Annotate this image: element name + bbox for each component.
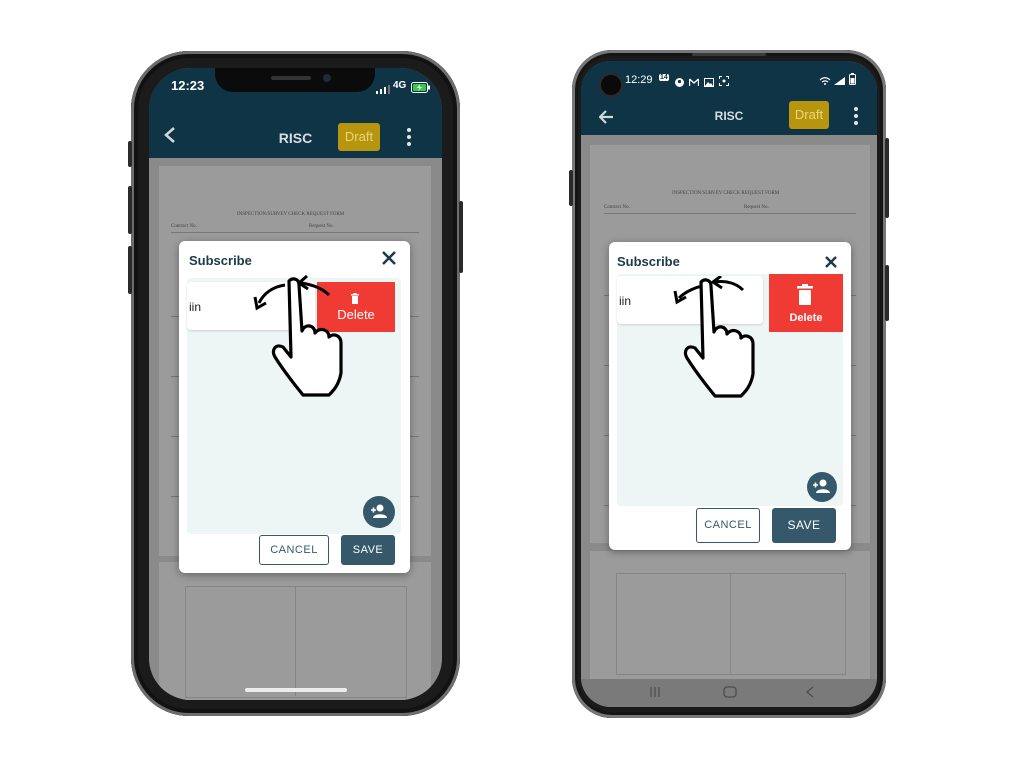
kebab-menu-icon[interactable]	[854, 107, 858, 128]
swipe-hand-icon	[211, 273, 351, 403]
wifi-icon	[819, 73, 831, 91]
back-nav-icon[interactable]	[805, 685, 815, 701]
form-table-divider	[730, 573, 731, 673]
home-icon[interactable]	[723, 685, 737, 701]
front-camera	[323, 74, 331, 82]
status-bar: 12:29 14	[581, 61, 877, 97]
dialog-title: Subscribe	[617, 254, 680, 269]
status-time: 12:23	[171, 78, 205, 93]
recent-apps-icon[interactable]	[649, 685, 661, 701]
request-no-label: Request No.	[744, 205, 769, 210]
android-frame: 12:29 14 RISC Draft INSPECTION/SURVEY CH…	[569, 50, 889, 718]
app-bar: RISC Draft	[581, 97, 877, 135]
request-no-label: Request No.	[309, 224, 334, 229]
notch	[215, 68, 375, 92]
form-rule	[171, 232, 419, 233]
battery-charging-icon	[411, 80, 431, 98]
close-icon[interactable]	[381, 249, 397, 272]
screenshot-icon	[719, 73, 729, 91]
draft-badge[interactable]: Draft	[338, 123, 380, 151]
form-table-divider	[295, 586, 296, 696]
signal-icon	[833, 73, 847, 91]
form-title: INSPECTION/SURVEY CHECK REQUEST FORM	[237, 212, 345, 217]
system-nav-bar	[581, 679, 877, 707]
person-add-icon[interactable]	[807, 472, 837, 502]
mail-icon	[688, 74, 700, 92]
save-button[interactable]: SAVE	[772, 508, 836, 543]
android-screen: 12:29 14 RISC Draft INSPECTION/SURVEY CH…	[581, 61, 877, 707]
home-indicator[interactable]	[245, 688, 347, 692]
swipe-hand-icon	[653, 274, 793, 406]
iphone-frame: 12:23 4G RISC Draft INSPECTION/SURVEY CH…	[128, 51, 463, 716]
speaker-grille	[271, 76, 311, 80]
person-add-icon[interactable]	[363, 496, 395, 528]
volume-up-button	[128, 186, 132, 234]
power-button	[459, 201, 463, 273]
close-icon[interactable]	[824, 252, 838, 275]
form-table	[616, 573, 846, 675]
subscriber-name: iin	[619, 294, 632, 308]
network-type: 4G	[393, 80, 407, 91]
kebab-menu-icon[interactable]	[407, 128, 411, 149]
volume-button	[885, 138, 889, 218]
bixby-button	[569, 170, 573, 206]
trash-icon	[796, 284, 814, 311]
battery-icon	[849, 72, 856, 90]
earpiece	[692, 53, 766, 56]
cancel-button[interactable]: CANCEL	[696, 508, 760, 543]
subscriber-name: iin	[189, 300, 202, 314]
account-icon	[675, 74, 684, 92]
form-rule	[604, 213, 856, 214]
punch-hole-camera	[599, 73, 623, 97]
image-icon	[704, 74, 714, 92]
iphone-screen: 12:23 4G RISC Draft INSPECTION/SURVEY CH…	[149, 68, 442, 700]
draft-badge[interactable]: Draft	[789, 101, 829, 129]
dialog-title: Subscribe	[189, 253, 252, 268]
signal-icon	[376, 81, 390, 99]
status-time: 12:29	[625, 74, 653, 86]
volume-down-button	[128, 246, 132, 294]
form-title: INSPECTION/SURVEY CHECK REQUEST FORM	[672, 191, 780, 196]
cancel-button[interactable]: CANCEL	[259, 535, 329, 565]
save-button[interactable]: SAVE	[341, 535, 395, 565]
app-bar: RISC Draft	[149, 118, 442, 158]
contract-no-label: Contract No.	[604, 205, 630, 210]
status-bar: 12:23 4G	[149, 68, 442, 118]
contract-no-label: Contract No.	[171, 224, 197, 229]
calendar-icon: 14	[659, 74, 669, 81]
form-table	[185, 586, 407, 698]
app-bar-title: RISC	[278, 130, 313, 146]
silent-switch	[128, 141, 132, 167]
power-button	[885, 265, 889, 321]
app-bar-title: RISC	[714, 109, 744, 123]
form-page-2	[590, 551, 870, 679]
form-page-2	[159, 562, 431, 700]
